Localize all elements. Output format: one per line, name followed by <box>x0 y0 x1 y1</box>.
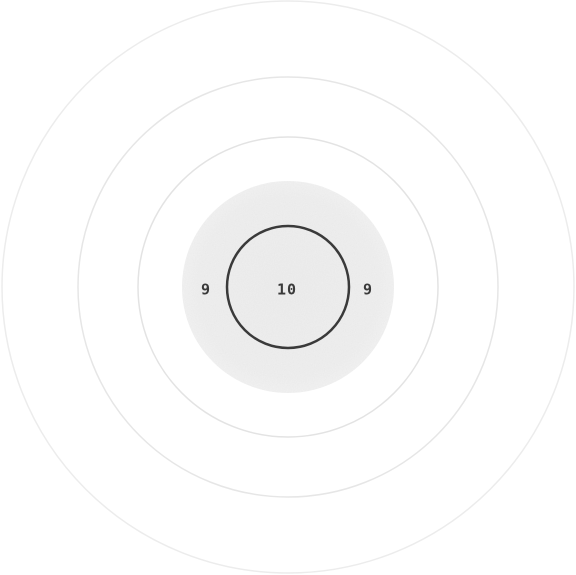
score-label-right-nine: 9 <box>363 281 373 299</box>
score-label-left-nine: 9 <box>201 281 211 299</box>
score-label-center-ten: 10 <box>277 281 297 299</box>
shooting-target: 9 10 9 <box>1 0 575 574</box>
